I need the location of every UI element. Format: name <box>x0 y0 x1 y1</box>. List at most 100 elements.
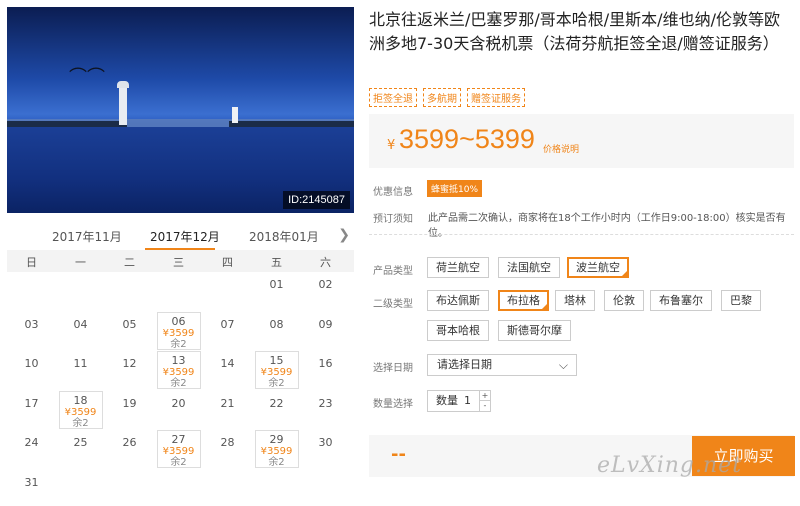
day-number: 05 <box>122 317 137 331</box>
day-number: 09 <box>318 317 333 331</box>
calendar-day-priced[interactable]: 29 ¥3599 余2 <box>252 430 301 469</box>
option-paris[interactable]: 巴黎 <box>721 290 761 311</box>
weekday-label: 二 <box>124 256 135 269</box>
calendar-day[interactable]: 20 <box>154 391 203 430</box>
product-info-panel: 北京往返米兰/巴塞罗那/哥本哈根/里斯本/维也纳/伦敦等欧洲多地7-30天含税机… <box>369 0 800 506</box>
promo-label: 优惠信息 <box>373 187 413 198</box>
day-remaining: 余2 <box>268 457 285 468</box>
quantity-increase-button[interactable]: + <box>479 391 490 401</box>
product-tags: 拒签全退 多航期 赠签证服务 <box>369 88 525 107</box>
option-budapest[interactable]: 布达佩斯 <box>427 290 489 311</box>
calendar-day-priced[interactable]: 13 ¥3599 余2 <box>154 351 203 390</box>
day-number: 17 <box>24 396 39 410</box>
tag-visa-service: 赠签证服务 <box>467 88 525 107</box>
calendar-day-priced[interactable]: 18 ¥3599 余2 <box>56 390 105 430</box>
option-lot-polish[interactable]: 波兰航空 <box>567 257 629 278</box>
option-klm[interactable]: 荷兰航空 <box>427 257 489 278</box>
calendar-day[interactable]: 17 <box>7 391 56 430</box>
calendar-day[interactable]: 19 <box>105 391 154 430</box>
weekday-label: 三 <box>173 256 184 269</box>
calendar-day[interactable]: 01 <box>252 272 301 311</box>
calendar-day[interactable]: 10 <box>7 351 56 390</box>
weekday-label: 六 <box>320 256 331 269</box>
chevron-right-icon[interactable]: ❯ <box>338 227 350 243</box>
quantity-field-label: 数量 <box>436 394 458 407</box>
day-number: 27 <box>171 433 186 446</box>
calendar-day[interactable]: 24 <box>7 430 56 469</box>
day-number: 26 <box>122 436 137 449</box>
day-price: ¥3599 <box>162 327 195 339</box>
calendar-day[interactable]: 07 <box>203 312 252 351</box>
calendar-day[interactable]: 08 <box>252 312 301 351</box>
calendar-month-tabs: 2017年11月 2017年12月 2018年01月 ❯ <box>7 222 354 250</box>
day-number: 31 <box>24 475 39 489</box>
tab-month-current[interactable]: 2017年12月 <box>150 228 220 245</box>
day-number: 08 <box>269 317 284 331</box>
day-number: 21 <box>220 396 235 410</box>
calendar-day[interactable]: 09 <box>301 312 350 351</box>
day-number: 07 <box>220 317 235 331</box>
day-price: ¥3599 <box>260 367 293 378</box>
calendar-day-priced[interactable]: 15 ¥3599 余2 <box>252 351 301 390</box>
tab-month-next[interactable]: 2018年01月 <box>249 228 319 245</box>
date-label: 选择日期 <box>373 363 413 374</box>
option-copenhagen[interactable]: 哥本哈根 <box>427 320 489 341</box>
product-title: 北京往返米兰/巴塞罗那/哥本哈根/里斯本/维也纳/伦敦等欧洲多地7-30天含税机… <box>369 10 780 53</box>
calendar-day[interactable]: 14 <box>203 351 252 390</box>
calendar-day[interactable]: 30 <box>301 430 350 469</box>
calendar-day[interactable]: 05 <box>105 312 154 351</box>
calendar-day[interactable]: 26 <box>105 430 154 469</box>
tab-month-prev[interactable]: 2017年11月 <box>52 228 122 245</box>
day-number: 30 <box>318 436 333 449</box>
calendar-day-priced[interactable]: 06 ¥3599 余2 <box>154 311 203 351</box>
calendar-day[interactable]: 28 <box>203 430 252 469</box>
calendar-day[interactable]: 31 <box>7 470 56 506</box>
calendar-day[interactable]: 22 <box>252 391 301 430</box>
date-select-placeholder: 请选择日期 <box>437 358 492 371</box>
day-number: 04 <box>73 317 88 331</box>
calendar-day[interactable]: 21 <box>203 391 252 430</box>
calendar-day[interactable]: 25 <box>56 430 105 469</box>
bird-icon: ⌒⌒ <box>69 67 105 88</box>
calendar-day[interactable]: 12 <box>105 351 154 390</box>
lighthouse-icon <box>117 81 129 125</box>
option-air-france[interactable]: 法国航空 <box>498 257 560 278</box>
day-number: 25 <box>73 436 88 449</box>
day-price: ¥3599 <box>162 367 195 378</box>
calendar-day[interactable]: 16 <box>301 351 350 390</box>
day-number: 11 <box>73 357 88 370</box>
currency-symbol: ¥ <box>387 138 396 153</box>
option-tallinn[interactable]: 塔林 <box>555 290 595 311</box>
price-range: 3599~5399 <box>399 124 535 154</box>
day-number: 22 <box>269 396 284 410</box>
day-remaining: 余2 <box>170 338 187 350</box>
quantity-stepper[interactable]: 数量 1 + - <box>427 390 491 412</box>
calendar-day[interactable]: 02 <box>301 272 350 311</box>
calendar-day[interactable]: 04 <box>56 312 105 351</box>
day-number: 24 <box>24 436 39 449</box>
day-remaining: 余2 <box>170 378 187 389</box>
product-photo[interactable]: ⌒⌒ ID:2145087 <box>7 7 354 213</box>
weekday-header: 日 一 二 三 四 五 六 <box>7 250 354 272</box>
date-select[interactable]: 请选择日期 ⌵ <box>427 354 577 376</box>
day-number: 06 <box>171 314 186 328</box>
day-number: 19 <box>122 396 137 410</box>
quantity-value[interactable]: 1 <box>464 391 471 411</box>
calendar-day[interactable]: 03 <box>7 312 56 351</box>
calendar-day-priced[interactable]: 27 ¥3599 余2 <box>154 430 203 469</box>
day-price: ¥3599 <box>162 446 195 457</box>
day-number: 16 <box>318 357 333 370</box>
option-stockholm[interactable]: 斯德哥尔摩 <box>498 320 571 341</box>
day-number: 01 <box>269 278 284 291</box>
calendar-day[interactable]: 23 <box>301 391 350 430</box>
promo-badge: 蜂蜜抵10% <box>427 180 483 197</box>
day-number: 10 <box>24 357 39 370</box>
option-brussels[interactable]: 布鲁塞尔 <box>650 290 712 311</box>
quantity-decrease-button[interactable]: - <box>479 401 490 411</box>
price-explain-link[interactable]: 价格说明 <box>543 142 579 155</box>
option-prague[interactable]: 布拉格 <box>498 290 549 311</box>
product-type-label: 产品类型 <box>373 266 413 277</box>
option-london[interactable]: 伦敦 <box>604 290 644 311</box>
photo-pier-right <box>229 121 354 127</box>
calendar-day[interactable]: 11 <box>56 351 105 390</box>
